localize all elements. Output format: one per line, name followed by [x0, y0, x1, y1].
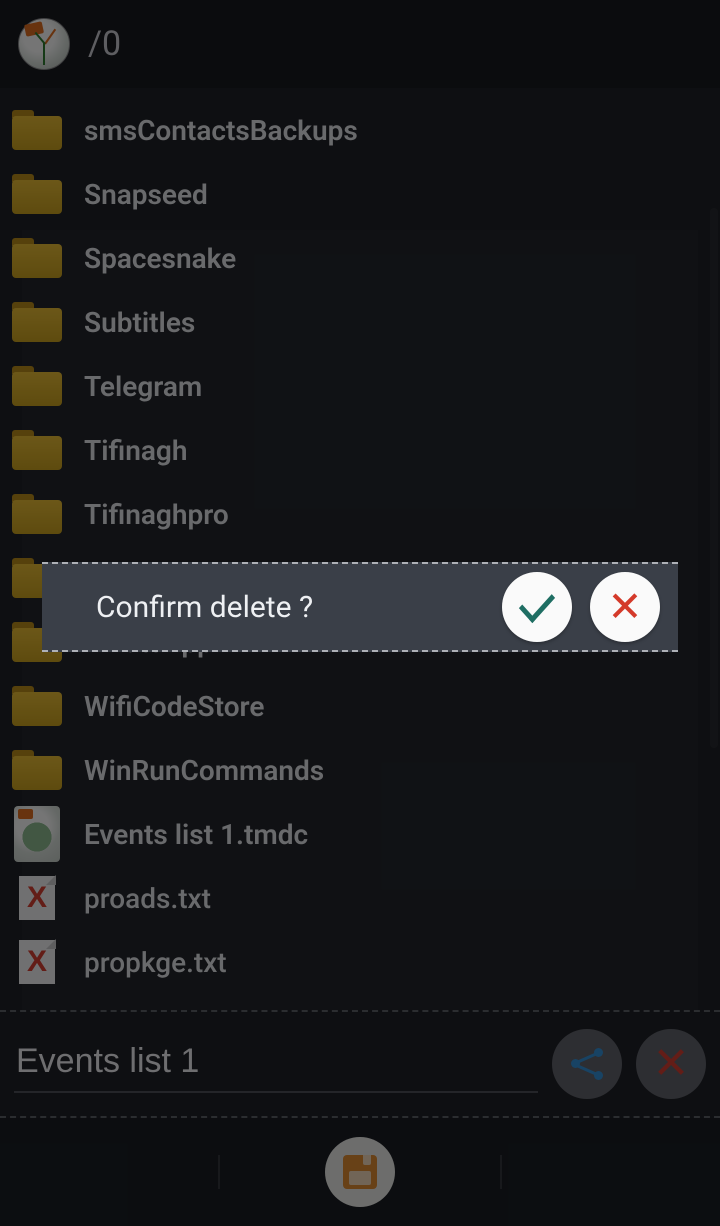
dialog-message: Confirm delete ? [96, 590, 484, 625]
x-icon: ✕ [607, 586, 642, 628]
cancel-button[interactable]: ✕ [590, 572, 660, 642]
confirm-delete-dialog: Confirm delete ? ✕ [42, 562, 678, 652]
check-icon [519, 583, 555, 623]
confirm-button[interactable] [502, 572, 572, 642]
